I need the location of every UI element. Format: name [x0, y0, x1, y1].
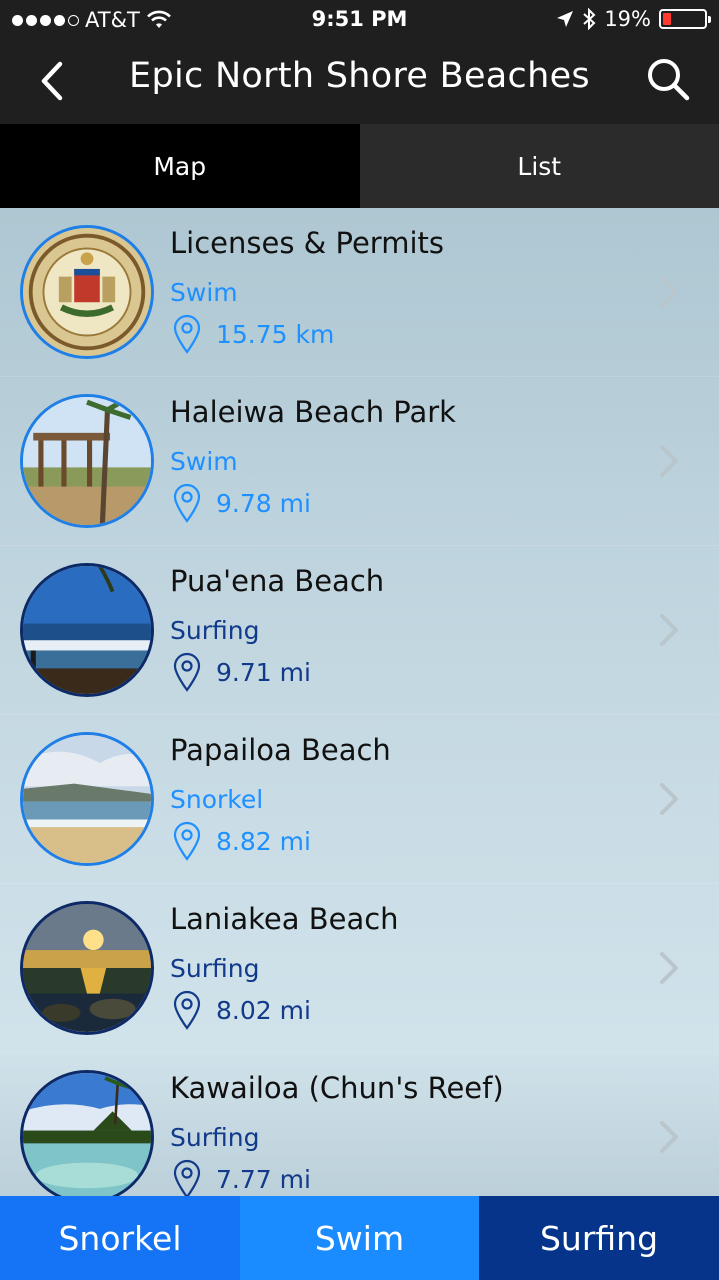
tab-list[interactable]: List: [359, 124, 719, 208]
beach-photo: [20, 1070, 154, 1196]
beach-distance: 9.71 mi: [216, 657, 311, 687]
list-item[interactable]: Papailoa Beach Snorkel 8.82 mi: [0, 715, 719, 884]
chevron-right-icon: [660, 445, 678, 477]
distance-group: 8.02 mi: [172, 990, 311, 1030]
navigation-bar: Epic North Shore Beaches: [0, 40, 719, 124]
location-pin-icon: [173, 483, 201, 523]
tab-swim-label: Swim: [314, 1218, 405, 1258]
location-pin-icon: [173, 1159, 201, 1196]
battery-icon: [659, 9, 711, 29]
beach-list[interactable]: Licenses & Permits Swim 15.75 km Haleiwa…: [0, 208, 719, 1196]
distance-group: 15.75 km: [172, 314, 334, 354]
location-pin-icon: [173, 821, 201, 861]
location-pin-icon: [173, 314, 201, 354]
chevron-right-icon: [660, 783, 678, 815]
beach-distance: 8.82 mi: [216, 826, 311, 856]
search-button[interactable]: [643, 54, 693, 104]
beach-name: Papailoa Beach: [170, 733, 391, 767]
list-item[interactable]: Kawailoa (Chun's Reef) Surfing 7.77 mi: [0, 1053, 719, 1196]
beach-category: Swim: [170, 278, 238, 307]
category-tab-bar: Snorkel Swim Surfing: [0, 1196, 719, 1280]
beach-photo: [20, 563, 154, 697]
location-arrow-icon: [557, 11, 574, 27]
beach-name: Haleiwa Beach Park: [170, 395, 456, 429]
chevron-right-icon: [660, 614, 678, 646]
hawaii-seal-image: [20, 225, 154, 359]
distance-group: 7.77 mi: [172, 1159, 311, 1196]
tab-surfing[interactable]: Surfing: [479, 1196, 719, 1280]
beach-category: Surfing: [170, 954, 260, 983]
battery-level: [663, 13, 671, 25]
page-title: Epic North Shore Beaches: [129, 56, 590, 96]
list-item[interactable]: Licenses & Permits Swim 15.75 km: [0, 208, 719, 377]
tab-swim[interactable]: Swim: [240, 1196, 479, 1280]
tab-surfing-label: Surfing: [539, 1218, 659, 1258]
beach-name: Laniakea Beach: [170, 902, 399, 936]
view-segmented-control: Map List: [0, 124, 719, 208]
chevron-right-icon: [660, 1121, 678, 1153]
location-pin-icon: [173, 990, 201, 1030]
beach-photo: [20, 394, 154, 528]
chevron-right-icon: [660, 276, 678, 308]
beach-distance: 15.75 km: [216, 319, 335, 349]
tab-map[interactable]: Map: [0, 124, 360, 208]
location-pin-icon: [173, 652, 201, 692]
search-icon: [648, 59, 690, 101]
battery-percent: 19%: [604, 7, 651, 31]
beach-category: Surfing: [170, 616, 260, 645]
beach-name: Licenses & Permits: [170, 226, 444, 260]
list-item[interactable]: Pua'ena Beach Surfing 9.71 mi: [0, 546, 719, 715]
distance-group: 8.82 mi: [172, 821, 311, 861]
list-item[interactable]: Haleiwa Beach Park Swim 9.78 mi: [0, 377, 719, 546]
status-bar: AT&T 9:51 PM 19%: [0, 0, 719, 40]
bluetooth-icon: [583, 8, 596, 30]
beach-photo: [20, 901, 154, 1035]
tab-snorkel[interactable]: Snorkel: [0, 1196, 240, 1280]
tab-map-label: Map: [153, 151, 207, 181]
beach-category: Swim: [170, 447, 238, 476]
back-button[interactable]: [30, 56, 74, 106]
beach-photo: [20, 732, 154, 866]
distance-group: 9.71 mi: [172, 652, 311, 692]
distance-group: 9.78 mi: [172, 483, 311, 523]
beach-name: Pua'ena Beach: [170, 564, 385, 598]
status-right: 19%: [556, 7, 711, 31]
chevron-left-icon: [41, 61, 63, 101]
beach-distance: 9.78 mi: [216, 488, 311, 518]
beach-name: Kawailoa (Chun's Reef): [170, 1071, 504, 1105]
tab-list-label: List: [517, 151, 562, 181]
beach-category: Snorkel: [170, 785, 264, 814]
list-item[interactable]: Laniakea Beach Surfing 8.02 mi: [0, 884, 719, 1053]
beach-category: Surfing: [170, 1123, 260, 1152]
beach-distance: 7.77 mi: [216, 1164, 311, 1194]
chevron-right-icon: [660, 952, 678, 984]
tab-snorkel-label: Snorkel: [58, 1218, 182, 1258]
beach-distance: 8.02 mi: [216, 995, 311, 1025]
